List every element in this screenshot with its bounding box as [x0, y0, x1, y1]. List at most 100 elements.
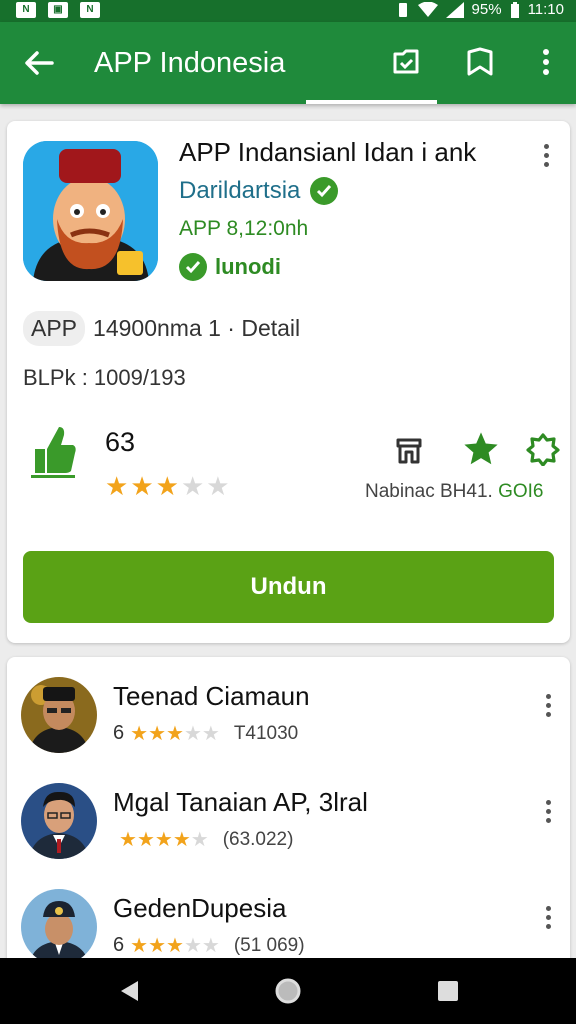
circle-home-icon — [275, 978, 301, 1004]
more-vert-icon — [543, 49, 549, 75]
related-apps-card: Teenad Ciamaun 6 ★ ★ ★ ★ ★ T41030 Mgal Tanai… — [7, 657, 570, 977]
more-dot-icon — [543, 152, 549, 158]
square-recents-icon — [438, 981, 458, 1001]
list-item[interactable]: Mgal Tanaian AP, 3lral ★ ★ ★ ★ ★ (63.022) — [7, 783, 570, 883]
thumbs-up-icon — [31, 427, 76, 478]
star-empty-icon: ★ — [183, 723, 202, 745]
favorite-button[interactable] — [461, 429, 501, 469]
status-bar: N ▣ N 95% 11:10 — [0, 0, 576, 22]
star-empty-icon: ★ — [180, 471, 205, 501]
more-dot-icon — [545, 905, 551, 911]
star-filled-icon: ★ — [155, 471, 179, 501]
item-more-button[interactable] — [533, 685, 563, 725]
star-filled-icon: ★ — [166, 935, 184, 957]
more-dot-icon — [545, 711, 551, 717]
detail-row: APP 14900nma 1 · Detail — [23, 311, 300, 346]
notification-icon: N — [16, 2, 36, 18]
installed-label: lunodi — [215, 254, 281, 279]
star-filled-icon: ★ — [172, 829, 191, 851]
item-rating: ★ ★ ★ ★ ★ (63.022) — [113, 827, 293, 852]
more-dot-icon — [543, 161, 549, 167]
avatar — [21, 783, 97, 859]
more-dot-icon — [545, 808, 551, 814]
star-filled-icon: ★ — [130, 935, 149, 957]
rating-value: 63 — [105, 427, 136, 457]
star-icon — [464, 432, 498, 465]
developer-row[interactable]: Darildartsia — [179, 177, 339, 205]
more-dot-icon — [545, 702, 551, 708]
arrow-back-icon — [25, 51, 54, 75]
bookmark-icon — [467, 47, 493, 76]
item-more-button[interactable] — [533, 897, 563, 937]
badge-icon — [526, 433, 560, 466]
detail-link[interactable]: 14900nma 1 · Detail — [93, 315, 300, 342]
battery-icon — [510, 1, 519, 18]
more-dot-icon — [545, 799, 551, 805]
nav-home-button[interactable] — [273, 976, 303, 1006]
star-filled-icon: ★ — [136, 829, 155, 851]
star-empty-icon: ★ — [183, 935, 202, 957]
app-name: APP Indansianl Idan i ank — [179, 137, 477, 167]
share-button[interactable] — [389, 429, 429, 469]
tab-indicator — [306, 100, 437, 104]
more-dot-icon — [545, 914, 551, 920]
star-empty-icon: ★ — [206, 471, 230, 501]
overflow-menu-button[interactable] — [528, 44, 564, 80]
vibrate-icon — [398, 2, 407, 17]
star-empty-icon: ★ — [190, 829, 209, 851]
app-detail-card: APP Indansianl Idan i ank Darildartsia A… — [7, 121, 570, 643]
star-filled-icon: ★ — [130, 723, 149, 745]
item-name: Mgal Tanaian AP, 3lral — [113, 787, 368, 817]
app-icon — [23, 141, 158, 281]
verified-check-icon — [310, 177, 339, 205]
item-more-button[interactable] — [533, 791, 563, 831]
item-stars: ★ ★ ★ ★ ★ — [130, 933, 220, 958]
app-notification-icon: N — [80, 2, 100, 18]
star-empty-icon: ★ — [201, 935, 220, 957]
item-rating: 6 ★ ★ ★ ★ ★ (51 069) — [113, 933, 305, 958]
badge-button[interactable] — [523, 429, 563, 469]
item-name: Teenad Ciamaun — [113, 681, 310, 711]
signal-icon — [445, 1, 464, 18]
system-nav-bar — [0, 958, 576, 1024]
nav-back-button[interactable] — [114, 976, 144, 1006]
more-dot-icon — [545, 693, 551, 699]
library-icon — [393, 49, 419, 74]
list-item[interactable]: Teenad Ciamaun 6 ★ ★ ★ ★ ★ T41030 — [7, 677, 570, 777]
avatar — [21, 677, 97, 753]
photo-notification-icon: ▣ — [48, 2, 68, 18]
item-stars: ★ ★ ★ ★ ★ — [119, 827, 209, 852]
app-more-button[interactable] — [531, 135, 561, 175]
app-meta: APP 8,12:0nh — [179, 217, 309, 240]
nav-recents-button[interactable] — [433, 976, 463, 1006]
clock: 11:10 — [527, 1, 564, 18]
wifi-icon — [417, 1, 438, 17]
page-title: APP Indonesia — [94, 47, 286, 79]
item-rating: 6 ★ ★ ★ ★ ★ T41030 — [113, 721, 298, 746]
star-filled-icon: ★ — [154, 829, 173, 851]
item-rating-value: 6 — [113, 722, 125, 744]
installed-check-icon — [179, 253, 207, 281]
action-labels: Nabinac BH41. GOI6 — [365, 481, 543, 503]
category-chip[interactable]: APP — [23, 311, 86, 346]
star-filled-icon: ★ — [130, 471, 154, 501]
item-stars: ★ ★ ★ ★ ★ — [130, 721, 220, 746]
star-filled-icon: ★ — [148, 935, 166, 957]
star-filled-icon: ★ — [166, 723, 184, 745]
size-info: BLPk : 1009/193 — [23, 365, 186, 390]
more-dot-icon — [545, 923, 551, 929]
item-review-count: (63.022) — [222, 828, 294, 850]
star-filled-icon: ★ — [148, 723, 166, 745]
more-dot-icon — [543, 143, 549, 149]
item-rating-value: 6 — [113, 934, 125, 956]
battery-percent: 95% — [471, 1, 502, 18]
share-icon — [396, 438, 422, 464]
install-button[interactable]: Undun — [23, 551, 554, 623]
triangle-back-icon — [121, 981, 138, 1001]
action-label-green: GOI6 — [498, 481, 544, 502]
library-button[interactable] — [388, 44, 424, 80]
action-label: Nabinac BH41. — [365, 481, 493, 502]
back-button[interactable] — [22, 46, 56, 80]
bookmark-button[interactable] — [462, 44, 498, 80]
installed-status: lunodi — [179, 253, 281, 281]
